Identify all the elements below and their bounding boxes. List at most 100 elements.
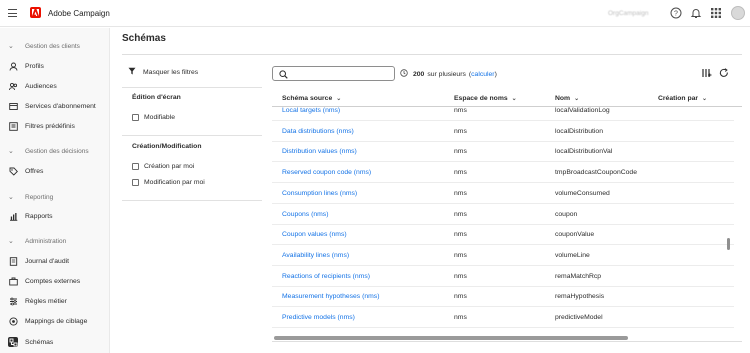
namespace-cell: nms xyxy=(454,251,467,259)
result-count: 200 sur plusieurs (calculer) xyxy=(400,69,497,79)
page-title: Schémas xyxy=(122,33,166,44)
rules-icon xyxy=(8,296,18,306)
sidebar-item-comptes[interactable]: Comptes externes xyxy=(8,274,80,288)
vertical-scrollbar[interactable] xyxy=(727,238,730,250)
column-header-namespace[interactable]: Espace de noms ⌄ xyxy=(454,95,517,102)
table-row[interactable]: Coupon values (nms) nms couponValue xyxy=(272,224,734,246)
chevron-down-icon: ⌄ xyxy=(8,148,14,155)
chevron-down-icon: ⌄ xyxy=(8,238,14,245)
sidebar-section-clients[interactable]: ⌄ Gestion des clients xyxy=(8,40,80,52)
sidebar-section-reporting[interactable]: ⌄ Reporting xyxy=(8,191,53,203)
top-bar: Adobe Campaign OrgCampaign ? xyxy=(0,0,750,27)
schema-link[interactable]: Availability lines (nms) xyxy=(282,252,349,259)
sidebar-item-profils[interactable]: Profils xyxy=(8,59,44,73)
table-row[interactable]: Availability lines (nms) nms volumeLine xyxy=(272,245,734,266)
name-cell: localDistribution xyxy=(555,127,603,135)
sidebar-item-rapports[interactable]: Rapports xyxy=(8,209,53,223)
table-row[interactable]: Data distributions (nms) nms localDistribu… xyxy=(272,121,734,142)
search-input[interactable] xyxy=(272,66,395,81)
filter-checkbox-created-by-me[interactable]: Création par moi xyxy=(132,163,194,170)
schema-link[interactable]: Coupons (nms) xyxy=(282,211,328,218)
namespace-cell: nms xyxy=(454,272,467,280)
chevron-down-icon: ⌄ xyxy=(511,96,517,102)
external-account-icon xyxy=(8,276,18,286)
users-icon xyxy=(8,81,18,91)
sidebar-item-mappings[interactable]: Mappings de ciblage xyxy=(8,314,87,328)
columns-settings-icon[interactable] xyxy=(702,68,712,78)
name-cell: coupon xyxy=(555,210,578,218)
namespace-cell: nms xyxy=(454,231,467,239)
table-header: Schéma source ⌄ Espace de noms ⌄ Nom ⌄ Créa… xyxy=(272,90,742,107)
info-icon xyxy=(400,69,408,79)
audit-log-icon xyxy=(8,256,18,266)
adobe-logo xyxy=(30,7,41,18)
filter-group-title: Création/Modification xyxy=(132,143,202,150)
table-row[interactable]: Predictive models (nms) nms predictiveMode… xyxy=(272,307,734,328)
namespace-cell: nms xyxy=(454,107,467,114)
hide-filters-button[interactable]: Masquer les filtres xyxy=(128,67,198,77)
column-header-created-by[interactable]: Création par ⌄ xyxy=(658,95,707,102)
checkbox[interactable] xyxy=(132,114,139,121)
table-row[interactable]: Distribution values (nms) nms localDistrib… xyxy=(272,141,734,163)
sidebar-section-decisions[interactable]: ⌄ Gestion des décisions xyxy=(8,145,89,157)
chevron-down-icon: ⌄ xyxy=(8,43,14,50)
table-row[interactable]: Reserved coupon code (nms) nms tmpBroadcas… xyxy=(272,162,734,184)
schema-link[interactable]: Predictive models (nms) xyxy=(282,314,355,321)
filter-list-icon xyxy=(8,121,18,131)
schema-link[interactable]: Reactions of recipients (nms) xyxy=(282,273,370,280)
horizontal-scrollbar[interactable] xyxy=(274,336,628,340)
table-row[interactable]: Measurement hypotheses (nms) nms remaHypot… xyxy=(272,286,734,308)
help-icon[interactable]: ? xyxy=(670,7,682,19)
table-row[interactable]: Coupons (nms) nms coupon xyxy=(272,204,734,225)
svg-text:?: ? xyxy=(674,11,678,18)
name-cell: predictiveModel xyxy=(555,314,603,321)
column-header-name[interactable]: Nom ⌄ xyxy=(555,95,579,102)
sidebar: ⌄ Gestion des clients Profils Audiences … xyxy=(0,28,110,353)
sidebar-item-journal[interactable]: Journal d'audit xyxy=(8,254,69,268)
sidebar-item-schemas[interactable]: Schémas xyxy=(8,335,53,349)
target-mapping-icon xyxy=(8,316,18,326)
table-row[interactable]: Reactions of recipients (nms) nms remaMatc… xyxy=(272,266,734,287)
schema-link[interactable]: Data distributions (nms) xyxy=(282,128,354,135)
schema-link[interactable]: Reserved coupon code (nms) xyxy=(282,169,371,176)
chevron-down-icon: ⌄ xyxy=(336,96,342,102)
checkbox[interactable] xyxy=(132,179,139,186)
namespace-cell: nms xyxy=(454,169,467,177)
refresh-icon[interactable] xyxy=(719,68,729,78)
schema-link[interactable]: Consumption lines (nms) xyxy=(282,190,357,197)
user-icon xyxy=(8,61,18,71)
sidebar-item-regles[interactable]: Règles métier xyxy=(8,294,67,308)
namespace-cell: nms xyxy=(454,293,467,301)
name-cell: volumeConsumed xyxy=(555,189,610,197)
column-header-source-schema[interactable]: Schéma source ⌄ xyxy=(282,95,341,102)
calculate-link[interactable]: calculer xyxy=(471,71,494,78)
namespace-cell: nms xyxy=(454,314,467,321)
sidebar-item-filtres[interactable]: Filtres prédéfinis xyxy=(8,119,75,133)
search-icon xyxy=(279,70,288,79)
sidebar-item-audiences[interactable]: Audiences xyxy=(8,79,57,93)
table-row[interactable]: Consumption lines (nms) nms volumeConsumed xyxy=(272,183,734,204)
schema-link[interactable]: Coupon values (nms) xyxy=(282,231,347,238)
menu-icon[interactable] xyxy=(8,9,17,17)
app-title: Adobe Campaign xyxy=(48,9,110,18)
divider xyxy=(122,54,742,55)
schema-link[interactable]: Local targets (nms) xyxy=(282,107,340,114)
offer-icon xyxy=(8,166,18,176)
chevron-down-icon: ⌄ xyxy=(574,96,580,102)
sidebar-item-offres[interactable]: Offres xyxy=(8,164,43,178)
sidebar-item-services[interactable]: Services d'abonnement xyxy=(8,99,96,113)
filter-checkbox-modifiable[interactable]: Modifiable xyxy=(132,114,175,121)
schemas-table: Local targets (nms) nms localValidationLog… xyxy=(272,90,742,342)
checkbox[interactable] xyxy=(132,163,139,170)
schema-link[interactable]: Distribution values (nms) xyxy=(282,148,357,155)
name-cell: tmpBroadcastCouponCode xyxy=(555,169,637,177)
schema-link[interactable]: Measurement hypotheses (nms) xyxy=(282,293,379,300)
filter-checkbox-modified-by-me[interactable]: Modification par moi xyxy=(132,179,205,186)
sidebar-section-administration[interactable]: ⌄ Administration xyxy=(8,235,66,247)
bell-icon[interactable] xyxy=(690,7,702,19)
filter-icon xyxy=(128,67,136,77)
org-name[interactable]: OrgCampaign xyxy=(608,10,648,17)
name-cell: remaMatchRcp xyxy=(555,272,602,280)
apps-grid-icon[interactable] xyxy=(710,7,722,19)
avatar[interactable] xyxy=(731,6,745,20)
